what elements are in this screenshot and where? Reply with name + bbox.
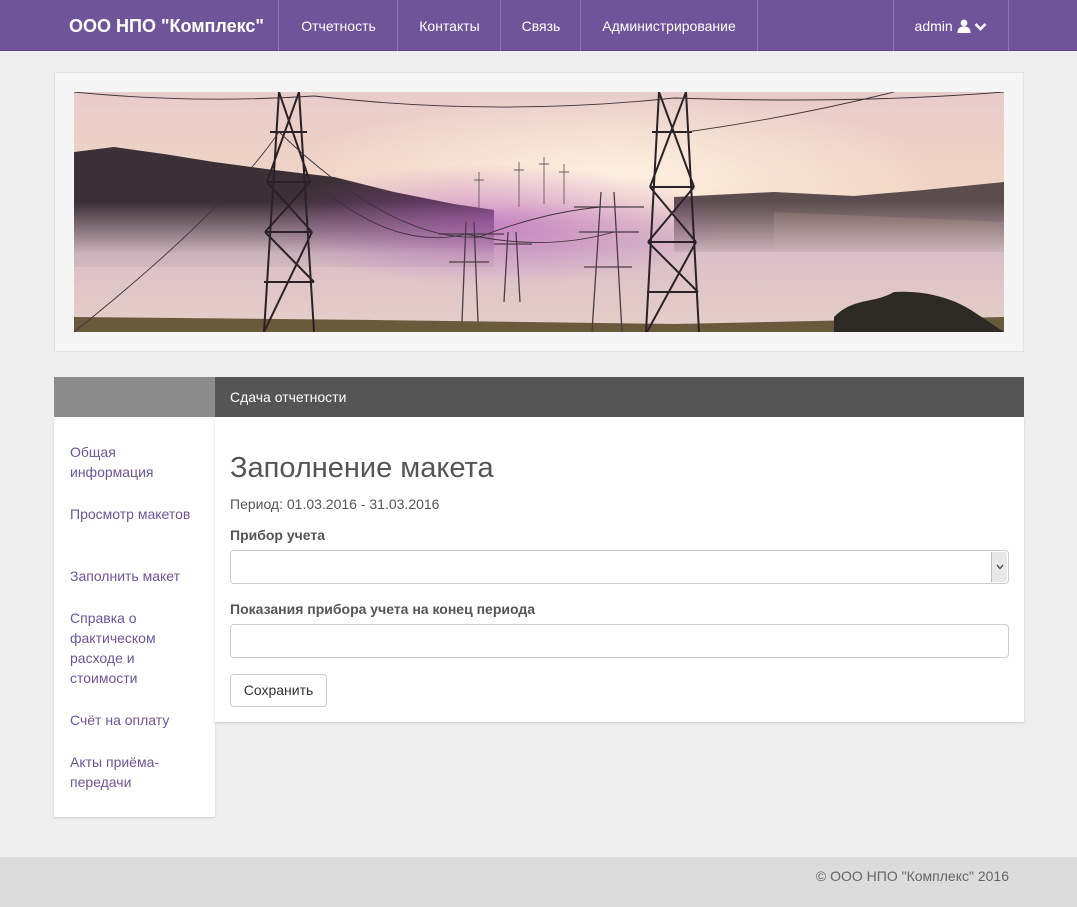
user-menu[interactable]: admin [893, 0, 1009, 51]
nav-item-communication[interactable]: Связь [500, 0, 581, 51]
sidebar-item-general-info[interactable]: Общая информация [70, 442, 200, 482]
meter-select[interactable] [230, 550, 1009, 584]
save-button[interactable]: Сохранить [230, 674, 327, 707]
main-panel: Заполнение макета Период: 01.03.2016 - 3… [215, 417, 1024, 722]
copyright-text: © ООО НПО "Комплекс" 2016 [815, 868, 1009, 884]
reading-input[interactable] [230, 624, 1009, 658]
section-header: Сдача отчетности [215, 377, 1024, 417]
period-text: Период: 01.03.2016 - 31.03.2016 [230, 496, 440, 512]
sidebar-header [54, 377, 215, 417]
sidebar-item-view-templates[interactable]: Просмотр макетов [70, 504, 200, 524]
nav-item-contacts[interactable]: Контакты [397, 0, 501, 51]
banner-image [74, 92, 1004, 332]
nav-item-reports[interactable]: Отчетность [278, 0, 398, 51]
chevron-down-icon [996, 564, 1004, 570]
top-navbar: ООО НПО "Комплекс" Отчетность Контакты С… [0, 0, 1077, 51]
nav-item-administration[interactable]: Администрирование [580, 0, 758, 51]
sidebar-item-fill-template[interactable]: Заполнить макет [70, 566, 200, 586]
user-name: admin [914, 18, 953, 34]
brand-name[interactable]: ООО НПО "Комплекс" [69, 0, 264, 51]
reading-label: Показания прибора учета на конец периода [230, 601, 536, 617]
sidebar-item-consumption-report[interactable]: Справка о фактическом расходе и стоимост… [70, 608, 200, 688]
sidebar: Общая информация Просмотр макетов Заполн… [54, 417, 215, 817]
sidebar-item-acceptance-acts[interactable]: Акты приёма-передачи [70, 752, 200, 792]
select-arrow-button[interactable] [991, 552, 1007, 582]
chevron-down-icon [975, 23, 987, 31]
user-icon [957, 19, 971, 33]
sidebar-item-invoice[interactable]: Счёт на оплату [70, 710, 200, 730]
meter-label: Прибор учета [230, 527, 326, 543]
banner-container [54, 72, 1024, 352]
page-title: Заполнение макета [230, 452, 494, 484]
footer: © ООО НПО "Комплекс" 2016 [0, 857, 1077, 907]
